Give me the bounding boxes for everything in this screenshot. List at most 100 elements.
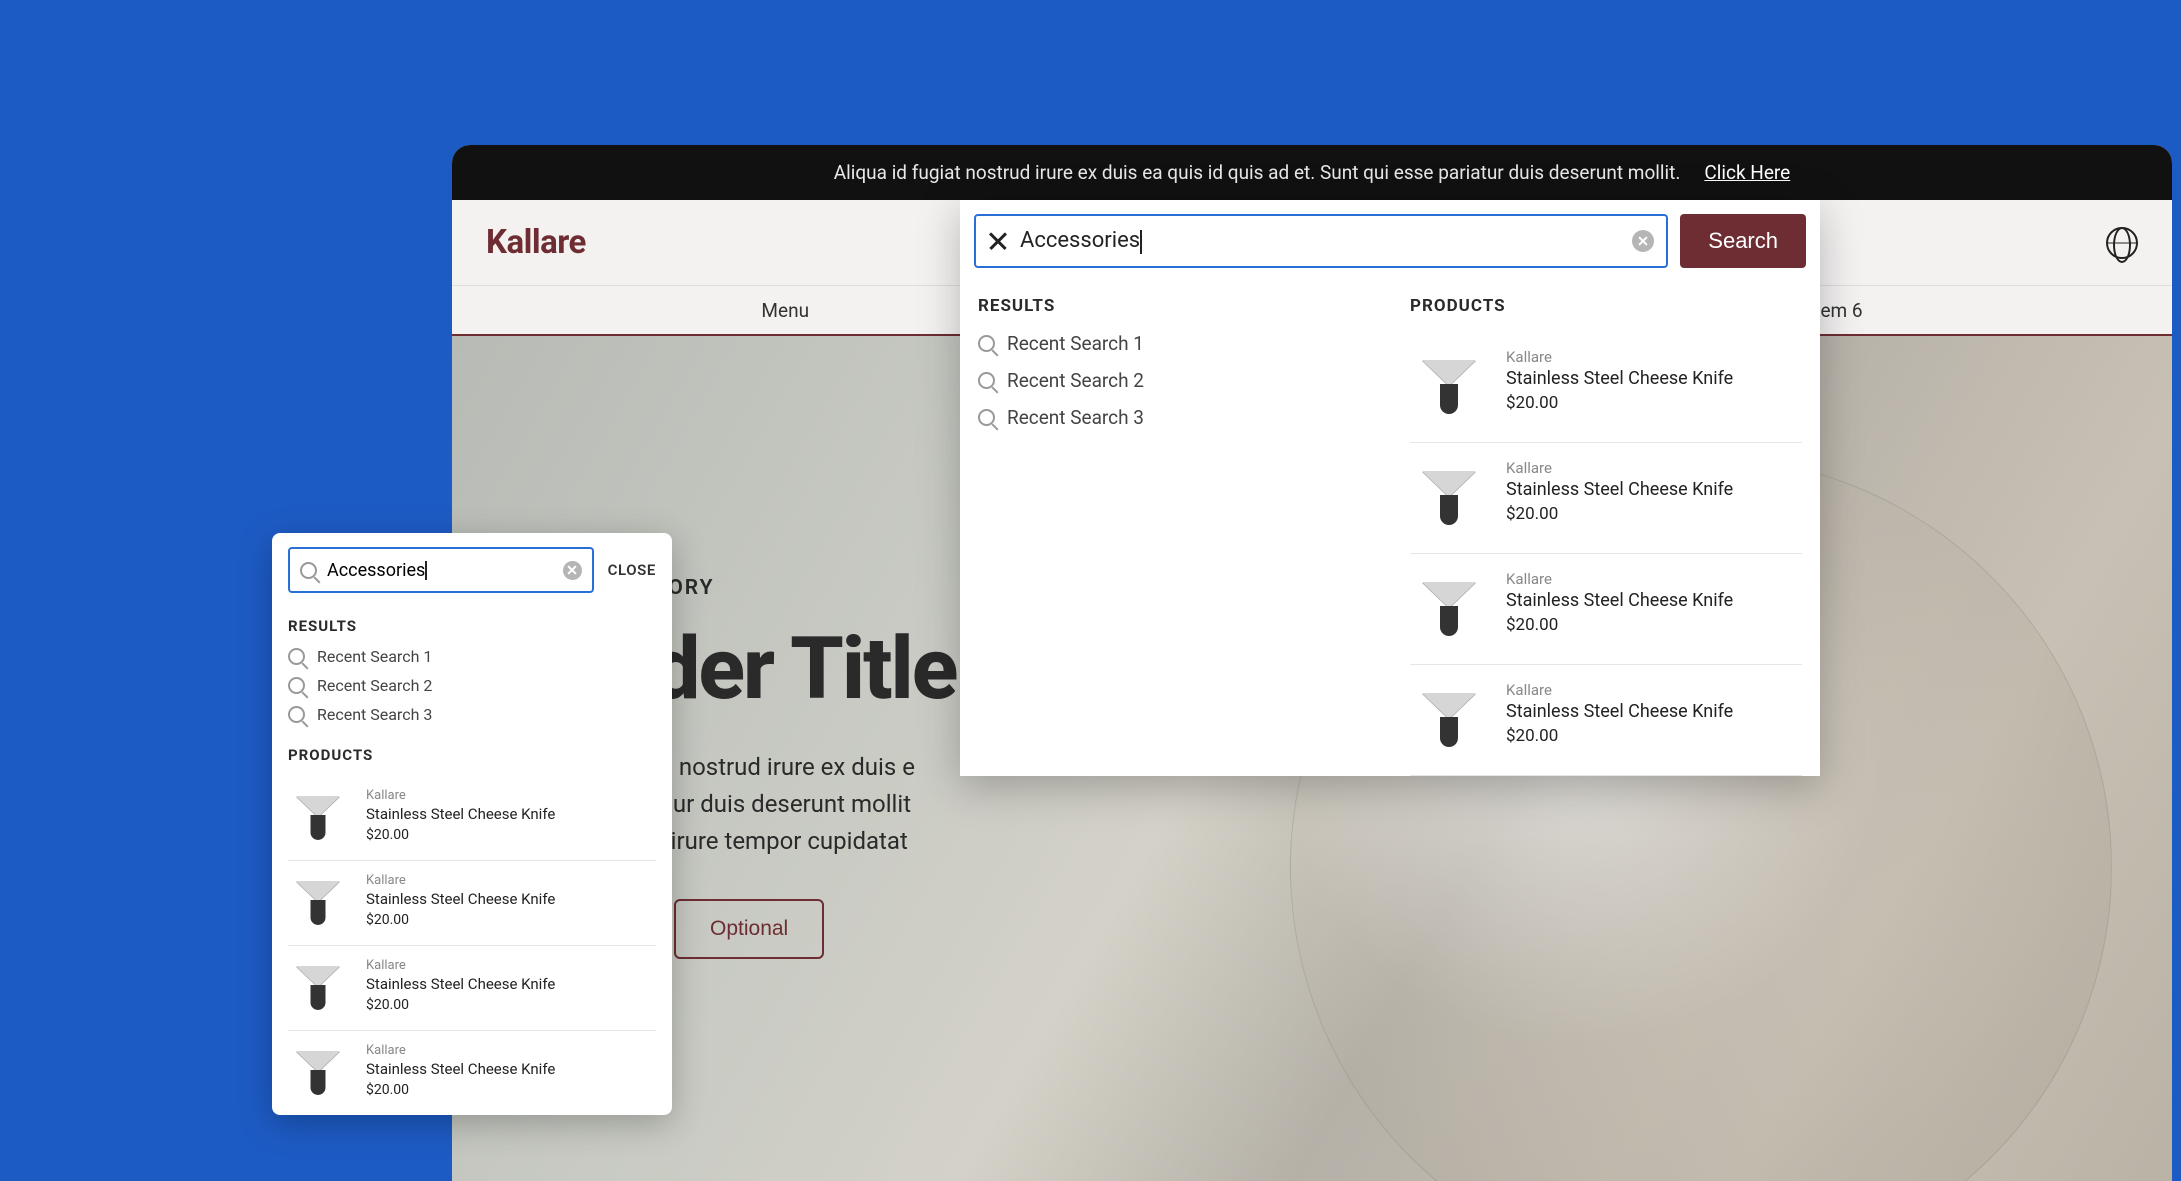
recent-search-label: Recent Search 1 bbox=[317, 647, 432, 666]
search-dropdown-desktop: Accessories Search RESULTS Recent Search… bbox=[960, 200, 1820, 776]
announcement-text: Aliqua id fugiat nostrud irure ex duis e… bbox=[834, 161, 1681, 184]
results-header: RESULTS bbox=[978, 296, 1370, 316]
product-thumbnail bbox=[1410, 570, 1488, 648]
hero-line: atur duis deserunt mollit bbox=[652, 790, 911, 818]
product-name: Stainless Steel Cheese Knife bbox=[366, 975, 555, 993]
recent-search-item[interactable]: Recent Search 1 bbox=[288, 647, 656, 666]
product-brand: Kallare bbox=[366, 958, 555, 973]
product-name: Stainless Steel Cheese Knife bbox=[366, 805, 555, 823]
search-input[interactable]: Accessories bbox=[327, 560, 553, 581]
product-thumbnail bbox=[288, 788, 348, 848]
search-icon bbox=[288, 677, 305, 694]
product-thumbnail bbox=[1410, 348, 1488, 426]
text-caret bbox=[1140, 230, 1142, 254]
nav-item-menu[interactable]: Menu bbox=[761, 299, 809, 322]
recent-search-item[interactable]: Recent Search 2 bbox=[978, 369, 1370, 392]
search-field[interactable]: Accessories bbox=[288, 547, 594, 593]
hero-line: e irure tempor cupidatat bbox=[652, 827, 908, 855]
hero-line: at nostrud irure ex duis e bbox=[652, 753, 915, 781]
product-name: Stainless Steel Cheese Knife bbox=[366, 890, 555, 908]
product-price: $20.00 bbox=[1506, 393, 1733, 413]
recent-search-label: Recent Search 3 bbox=[317, 705, 432, 724]
search-icon bbox=[288, 706, 305, 723]
recent-search-label: Recent Search 2 bbox=[1007, 369, 1144, 392]
product-meta: Kallare Stainless Steel Cheese Knife $20… bbox=[1506, 681, 1733, 759]
text-caret bbox=[425, 561, 427, 580]
product-brand: Kallare bbox=[1506, 570, 1733, 588]
search-icon bbox=[978, 372, 995, 389]
product-brand: Kallare bbox=[366, 1043, 555, 1058]
product-price: $20.00 bbox=[366, 827, 555, 843]
product-brand: Kallare bbox=[1506, 348, 1733, 366]
search-icon bbox=[978, 409, 995, 426]
product-price: $20.00 bbox=[366, 912, 555, 928]
product-price: $20.00 bbox=[1506, 504, 1733, 524]
dropdown-body: RESULTS Recent Search 1 Recent Search 2 … bbox=[272, 617, 672, 1115]
hero-buttons: Optional bbox=[652, 899, 956, 959]
products-header: PRODUCTS bbox=[1410, 296, 1802, 316]
search-input-text: Accessories bbox=[327, 560, 425, 581]
search-input-row: Accessories CLOSE bbox=[272, 547, 672, 607]
product-result-item[interactable]: Kallare Stainless Steel Cheese Knife $20… bbox=[288, 776, 656, 861]
products-column: PRODUCTS Kallare Stainless Steel Cheese … bbox=[1410, 296, 1802, 776]
product-thumbnail bbox=[1410, 459, 1488, 537]
recent-search-label: Recent Search 2 bbox=[317, 676, 432, 695]
product-result-item[interactable]: Kallare Stainless Steel Cheese Knife $20… bbox=[288, 946, 656, 1031]
hero-title: der Title bbox=[652, 618, 956, 719]
product-result-item[interactable]: Kallare Stainless Steel Cheese Knife $20… bbox=[1410, 665, 1802, 776]
announcement-link[interactable]: Click Here bbox=[1704, 161, 1790, 184]
product-meta: Kallare Stainless Steel Cheese Knife $20… bbox=[366, 873, 555, 933]
recent-search-label: Recent Search 3 bbox=[1007, 406, 1144, 429]
product-meta: Kallare Stainless Steel Cheese Knife $20… bbox=[366, 958, 555, 1018]
recent-search-item[interactable]: Recent Search 2 bbox=[288, 676, 656, 695]
results-header: RESULTS bbox=[288, 617, 656, 635]
product-result-item[interactable]: Kallare Stainless Steel Cheese Knife $20… bbox=[1410, 332, 1802, 443]
search-field[interactable]: Accessories bbox=[974, 214, 1668, 268]
product-result-item[interactable]: Kallare Stainless Steel Cheese Knife $20… bbox=[1410, 443, 1802, 554]
product-name: Stainless Steel Cheese Knife bbox=[1506, 701, 1733, 722]
product-name: Stainless Steel Cheese Knife bbox=[1506, 368, 1733, 389]
products-header: PRODUCTS bbox=[288, 746, 656, 764]
optional-button[interactable]: Optional bbox=[674, 899, 824, 959]
product-name: Stainless Steel Cheese Knife bbox=[1506, 479, 1733, 500]
clear-input-icon[interactable] bbox=[563, 561, 582, 580]
globe-icon[interactable] bbox=[2106, 227, 2138, 259]
recent-search-item[interactable]: Recent Search 3 bbox=[978, 406, 1370, 429]
hero-body: at nostrud irure ex duis e atur duis des… bbox=[652, 749, 956, 861]
brand-logo[interactable]: Kallare bbox=[486, 223, 586, 262]
search-input-text: Accessories bbox=[1020, 228, 1140, 253]
product-brand: Kallare bbox=[1506, 459, 1733, 477]
recent-search-item[interactable]: Recent Search 3 bbox=[288, 705, 656, 724]
product-thumbnail bbox=[1410, 681, 1488, 759]
search-icon bbox=[288, 648, 305, 665]
clear-input-icon[interactable] bbox=[1632, 230, 1654, 252]
product-result-item[interactable]: Kallare Stainless Steel Cheese Knife $20… bbox=[288, 1031, 656, 1115]
product-result-item[interactable]: Kallare Stainless Steel Cheese Knife $20… bbox=[288, 861, 656, 946]
hero-content: GORY der Title at nostrud irure ex duis … bbox=[652, 576, 956, 959]
product-price: $20.00 bbox=[366, 997, 555, 1013]
recent-search-item[interactable]: Recent Search 1 bbox=[978, 332, 1370, 355]
close-button[interactable]: CLOSE bbox=[608, 561, 656, 579]
dropdown-body: RESULTS Recent Search 1 Recent Search 2 … bbox=[960, 282, 1820, 776]
product-meta: Kallare Stainless Steel Cheese Knife $20… bbox=[366, 788, 555, 848]
product-brand: Kallare bbox=[366, 873, 555, 888]
product-name: Stainless Steel Cheese Knife bbox=[366, 1060, 555, 1078]
product-result-item[interactable]: Kallare Stainless Steel Cheese Knife $20… bbox=[1410, 554, 1802, 665]
product-meta: Kallare Stainless Steel Cheese Knife $20… bbox=[1506, 570, 1733, 648]
announcement-bar: Aliqua id fugiat nostrud irure ex duis e… bbox=[452, 145, 2172, 200]
product-thumbnail bbox=[288, 873, 348, 933]
product-brand: Kallare bbox=[1506, 681, 1733, 699]
search-button[interactable]: Search bbox=[1680, 214, 1806, 268]
search-icon bbox=[300, 562, 317, 579]
product-thumbnail bbox=[288, 1043, 348, 1103]
close-icon[interactable] bbox=[988, 231, 1008, 251]
search-input-row: Accessories Search bbox=[960, 200, 1820, 282]
product-price: $20.00 bbox=[1506, 615, 1733, 635]
product-brand: Kallare bbox=[366, 788, 555, 803]
product-meta: Kallare Stainless Steel Cheese Knife $20… bbox=[1506, 459, 1733, 537]
product-thumbnail bbox=[288, 958, 348, 1018]
product-meta: Kallare Stainless Steel Cheese Knife $20… bbox=[1506, 348, 1733, 426]
product-price: $20.00 bbox=[366, 1082, 555, 1098]
search-input[interactable]: Accessories bbox=[1020, 228, 1620, 253]
product-price: $20.00 bbox=[1506, 726, 1733, 746]
